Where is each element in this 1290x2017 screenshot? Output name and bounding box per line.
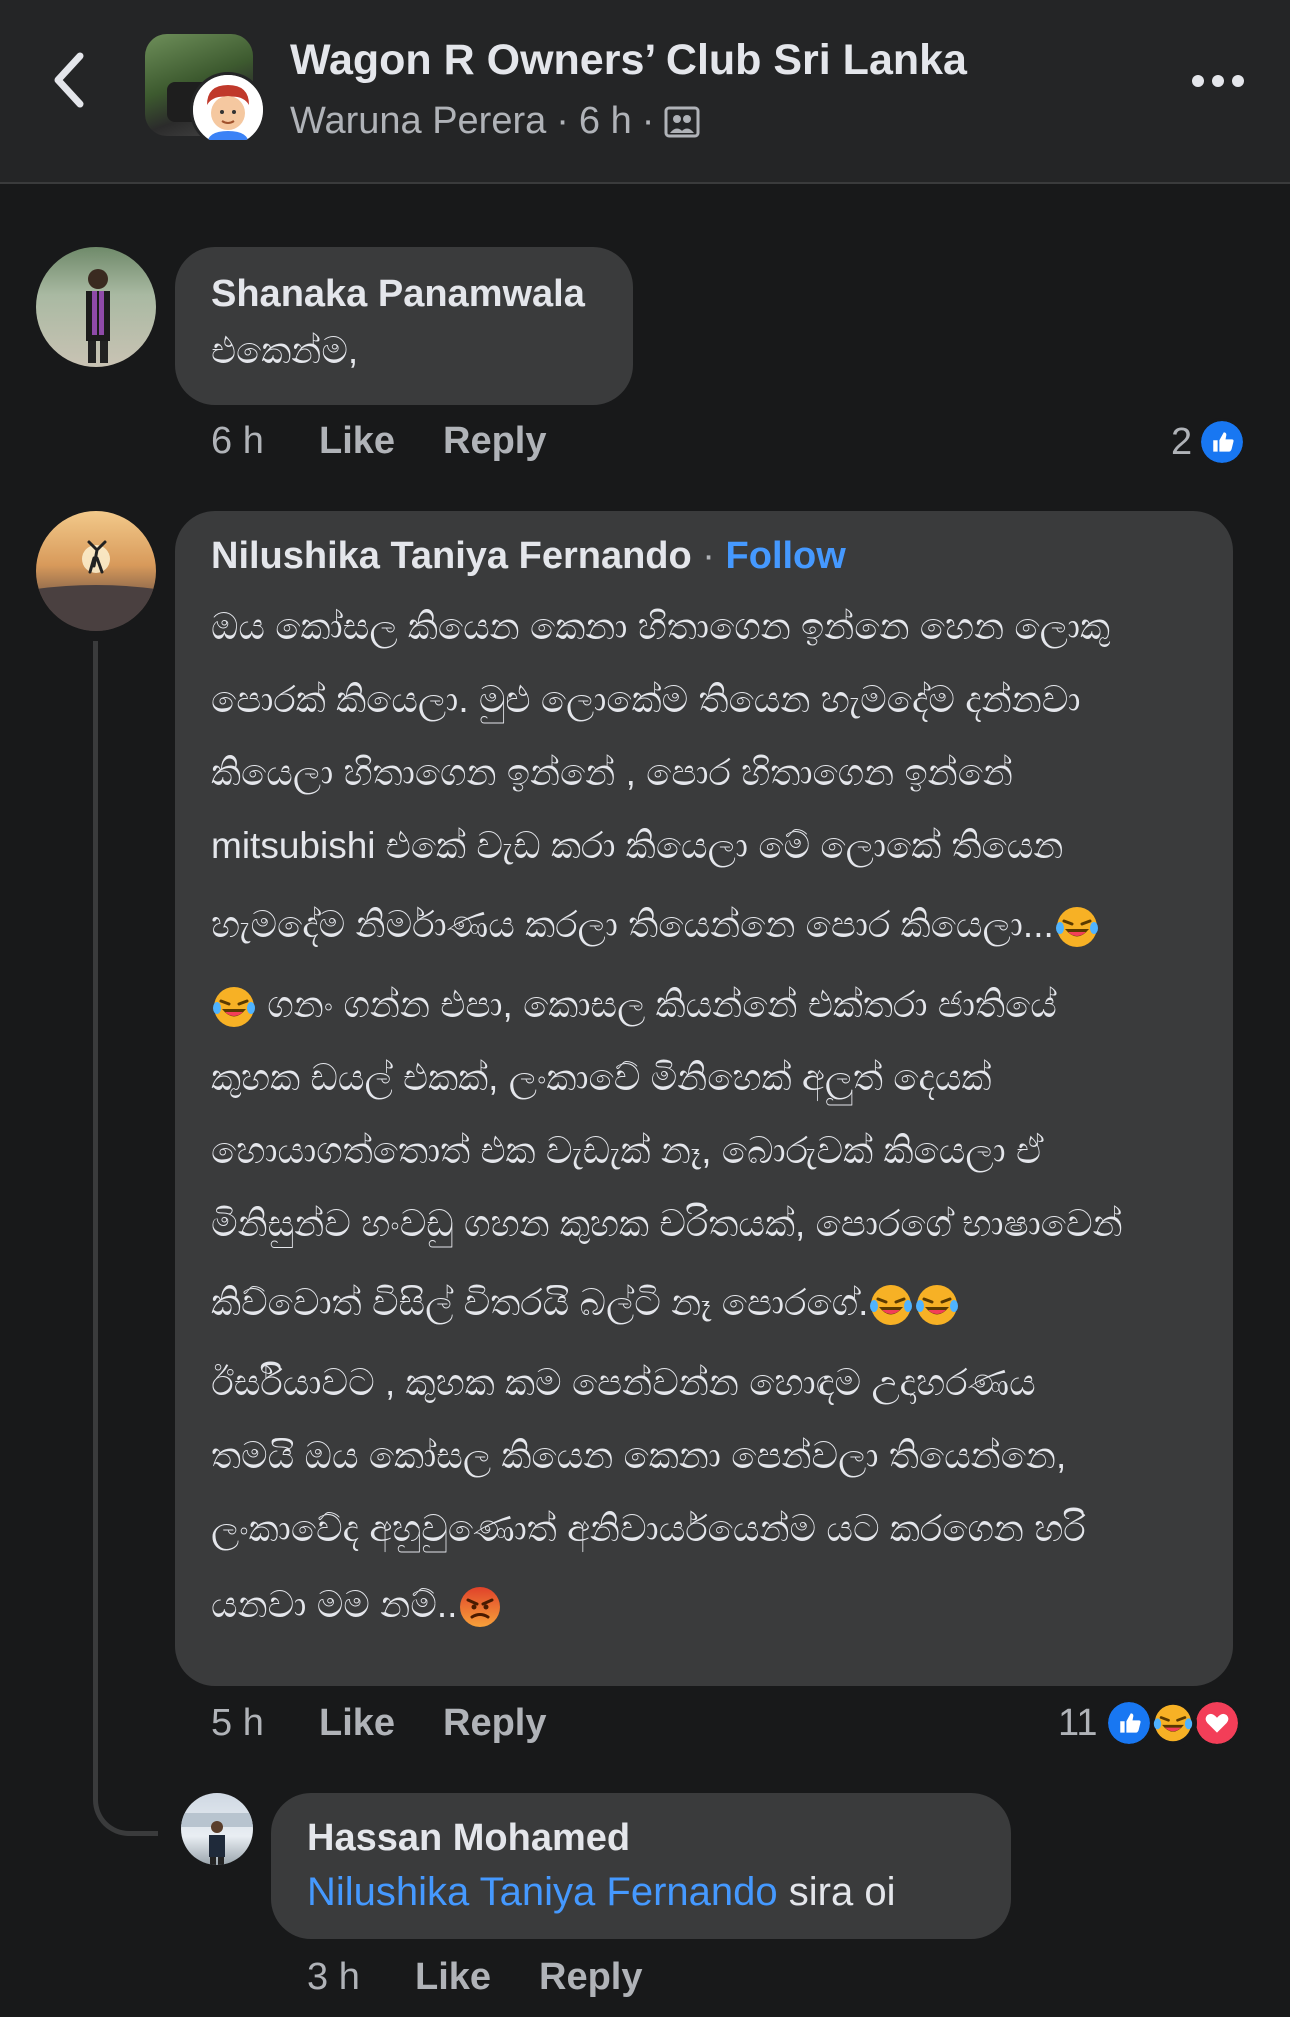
like-button[interactable]: Like <box>415 1956 539 1999</box>
commenter-avatar[interactable] <box>36 247 156 367</box>
comment-line: mitsubishi එකේ වැඩ කරා කියෙලා මේ ලොකේ ති… <box>211 825 1064 866</box>
comment-line-with-emoji: යනවා මම නම්.. <box>211 1565 1197 1645</box>
chevron-left-icon[interactable] <box>46 50 94 110</box>
comment-line: ලංකාවේද අහුවුණොත් අනිවාර්යයෙන්ම යට කරගෙන… <box>211 1508 1086 1549</box>
reply-text: Nilushika Taniya Fernando sira oi <box>307 1870 975 1915</box>
comment-line: ගනං ගන්න එපා, කොසල කියන්නේ එක්තරා ජාතියේ <box>267 984 1057 1025</box>
reply-body: sira oi <box>777 1870 896 1914</box>
comment-line: කියෙලා හිතාගෙන ඉන්නේ , පොර හිතාගෙන ඉන්නේ <box>211 752 1013 793</box>
comment-line: ඔය කෝසල කියෙන කෙනා හිතාගෙන ඉන්නෙ හෙන ලොක… <box>211 606 1111 647</box>
author-avatar[interactable] <box>190 72 266 148</box>
comment-line: කුහක ඩයල් එකක්, ලංකාවේ මිනිහෙක් අලුත් දෙ… <box>211 1057 992 1098</box>
reply-bubble: Hassan Mohamed Nilushika Taniya Fernando… <box>271 1793 1011 1939</box>
commenter-avatar[interactable] <box>36 511 156 631</box>
comment-actions: 5 h Like Reply <box>211 1702 546 1745</box>
follow-separator: · <box>702 535 726 577</box>
reaction-summary[interactable]: 2 <box>1171 418 1247 466</box>
meta-separator: · <box>556 100 569 142</box>
reaction-count: 11 <box>1058 1701 1098 1744</box>
like-reaction-icon <box>1198 418 1247 466</box>
group-audience-icon <box>664 106 700 137</box>
reply-button[interactable]: Reply <box>443 1702 546 1745</box>
comment-bubble: Shanaka Panamwala එකෙන්ම, <box>175 247 633 405</box>
comment-time: 6 h <box>211 420 264 462</box>
group-name[interactable]: Wagon R Owners’ Club Sri Lanka <box>290 36 967 85</box>
comment-time: 5 h <box>211 1702 264 1744</box>
reply-thread-line <box>93 641 158 1836</box>
comment-author-row: Nilushika Taniya Fernando · Follow <box>211 535 1197 578</box>
follow-button[interactable]: Follow <box>726 535 846 577</box>
comment-bubble: Nilushika Taniya Fernando · Follow ඔය කෝ… <box>175 511 1233 1686</box>
like-button[interactable]: Like <box>319 420 443 463</box>
reaction-count: 2 <box>1171 420 1193 463</box>
like-reaction-icon <box>1105 1699 1154 1747</box>
comment-line: තමයි ඔය කෝසල කියෙන කෙනා පෙන්වලා තියෙන්නෙ… <box>211 1435 1067 1476</box>
angry-face-emoji <box>457 1584 503 1630</box>
comment-line: හැමදේම නිර්මාණය කරලා තියෙන්නෙ පොර කියෙලා… <box>211 904 1054 945</box>
post-meta: Waruna Perera · 6 h · <box>290 100 700 143</box>
comment-actions: 6 h Like Reply <box>211 420 546 463</box>
comment-line-with-emoji: හැමදේම නිර්මාණය කරලා තියෙන්නෙ පොර කියෙලා… <box>211 882 1197 968</box>
comment-author[interactable]: Nilushika Taniya Fernando <box>211 535 692 577</box>
header-divider <box>0 182 1290 184</box>
rolling-laughing-emoji <box>868 1282 914 1328</box>
reply-button[interactable]: Reply <box>443 420 546 463</box>
comment-line: යනවා මම නම්.. <box>211 1584 458 1625</box>
comment-line-with-emoji: කිව්වොත් විසිල් විතරයි බල්ටි නෑ පොරගේ. <box>211 1260 1197 1346</box>
comment-line: හොයාගත්තොත් එක වැඩැක් නෑ, බොරුවක් කියෙලා… <box>211 1130 1044 1171</box>
comment-line: පොරක් කියෙලා. මුළු ලොකේම තියෙන හැමදේම දන… <box>211 679 1081 720</box>
comment-time: 3 h <box>307 1956 360 1998</box>
post-time[interactable]: 6 h <box>579 100 632 143</box>
rolling-laughing-emoji <box>1054 904 1100 950</box>
rolling-laughing-emoji <box>914 1282 960 1328</box>
replier-avatar[interactable] <box>181 1793 253 1865</box>
reply-actions: 3 h Like Reply <box>307 1956 642 1999</box>
rolling-laughing-emoji <box>211 984 257 1030</box>
comment-text: එකෙන්ම, <box>211 330 359 371</box>
haha-reaction-icon <box>1149 1699 1198 1747</box>
comment-line: ඊර්සියාවට , කුහක කම පෙන්වන්න හොඳම උදාහරණ… <box>211 1362 1036 1403</box>
love-reaction-icon <box>1193 1699 1242 1747</box>
post-author[interactable]: Waruna Perera <box>290 100 546 143</box>
comment-line: කිව්වොත් විසිල් විතරයි බල්ටි නෑ පොරගේ. <box>211 1282 869 1323</box>
like-button[interactable]: Like <box>319 1702 443 1745</box>
reply-author[interactable]: Hassan Mohamed <box>307 1817 975 1860</box>
comment-author[interactable]: Shanaka Panamwala <box>211 273 597 316</box>
mention-link[interactable]: Nilushika Taniya Fernando <box>307 1870 778 1914</box>
more-dots-icon[interactable] <box>1190 66 1246 96</box>
reply-button[interactable]: Reply <box>539 1956 642 1999</box>
comment-text: ඔය කෝසල කියෙන කෙනා හිතාගෙන ඉන්නෙ හෙන ලොක… <box>211 590 1197 1645</box>
comment-line: මිනිසුන්ව හංවඩු ගහන කුහක චරිතයක්, පොරගේ … <box>211 1203 1123 1244</box>
meta-separator: · <box>641 100 655 142</box>
header-underlay <box>0 140 1290 184</box>
comment-line-with-emoji: ගනං ගන්න එපා, කොසල කියන්නේ එක්තරා ජාතියේ <box>211 968 1197 1041</box>
reaction-summary[interactable]: 11 <box>1058 1699 1242 1747</box>
